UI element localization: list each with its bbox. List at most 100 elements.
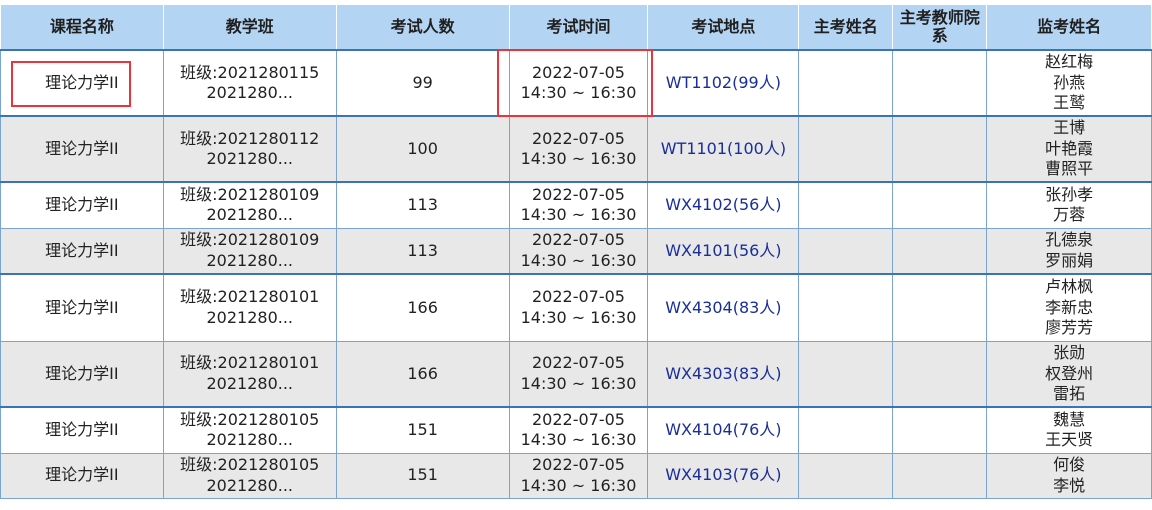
exam-count-cell: 166 xyxy=(335,341,510,408)
chief-dept-cell xyxy=(892,341,988,408)
invigilator-name: 李悦 xyxy=(1053,475,1086,495)
exam-location-link[interactable]: WX4103(76人) xyxy=(647,453,800,499)
chief-examiner-cell xyxy=(798,407,894,454)
invigilator-name: 王鹫 xyxy=(1053,93,1086,113)
course-name-cell: 理论力学II xyxy=(0,407,164,454)
teaching-class-cell: 班级:2021280101 2021280... xyxy=(162,274,337,342)
teaching-class-cell: 班级:2021280115 2021280... xyxy=(162,50,337,117)
course-name-cell: 理论力学II xyxy=(0,50,164,117)
exam-date: 2022-07-05 xyxy=(531,184,625,204)
header-teaching-class[interactable]: 教学班 xyxy=(162,4,337,51)
header-exam-count[interactable]: 考试人数 xyxy=(335,4,510,51)
teaching-class-cell: 班级:2021280105 2021280... xyxy=(162,453,337,499)
invigilator-name: 王天贤 xyxy=(1045,430,1094,450)
chief-examiner-cell xyxy=(798,50,894,117)
exam-time-range: 14:30 ~ 16:30 xyxy=(520,83,637,102)
table-row[interactable]: 理论力学II 班级:2021280112 2021280... 100 2022-07-… xyxy=(0,116,1152,183)
chief-examiner-cell xyxy=(798,182,894,229)
class-line-2: 2021280... xyxy=(206,475,294,495)
invigilators-cell: 卢林枫 李新忠 廖芳芳 xyxy=(986,274,1152,342)
teaching-class-cell: 班级:2021280109 2021280... xyxy=(162,228,337,275)
exam-date: 2022-07-05 xyxy=(531,287,625,307)
class-line-2: 2021280... xyxy=(206,307,294,327)
invigilator-name: 雷拓 xyxy=(1053,384,1086,403)
invigilator-name: 孙燕 xyxy=(1053,72,1086,92)
invigilators-cell: 王博 叶艳霞 曹照平 xyxy=(986,116,1152,183)
invigilator-name: 万蓉 xyxy=(1053,205,1086,225)
chief-examiner-cell xyxy=(798,228,894,275)
class-line-1: 班级:2021280105 xyxy=(180,409,320,429)
chief-dept-cell xyxy=(892,182,988,229)
exam-time-cell: 2022-07-05 14:30 ~ 16:30 xyxy=(508,407,649,454)
table-row[interactable]: 理论力学II 班级:2021280109 2021280... 113 2022-07-… xyxy=(0,228,1152,275)
chief-examiner-cell xyxy=(798,116,894,183)
class-line-2: 2021280... xyxy=(206,205,294,225)
invigilators-cell: 赵红梅 孙燕 王鹫 xyxy=(986,50,1152,117)
table-row[interactable]: 理论力学II 班级:2021280101 2021280... 166 2022-07-… xyxy=(0,341,1152,408)
teaching-class-cell: 班级:2021280109 2021280... xyxy=(162,182,337,229)
table-row[interactable]: 理论力学II 班级:2021280115 2021280... 99 2022-07-0… xyxy=(0,50,1152,117)
exam-date: 2022-07-05 xyxy=(531,409,625,429)
course-name-cell: 理论力学II xyxy=(0,116,164,183)
class-line-1: 班级:2021280105 xyxy=(180,455,320,474)
class-line-2: 2021280... xyxy=(206,149,294,168)
class-line-1: 班级:2021280112 xyxy=(180,128,320,148)
exam-count-cell: 151 xyxy=(335,407,510,454)
table-row[interactable]: 理论力学II 班级:2021280109 2021280... 113 2022-07-… xyxy=(0,182,1152,229)
course-name-cell: 理论力学II xyxy=(0,274,164,342)
exam-location-link[interactable]: WT1102(99人) xyxy=(647,50,800,117)
exam-count-cell: 151 xyxy=(335,453,510,499)
exam-location-link[interactable]: WX4101(56人) xyxy=(647,228,800,275)
header-invigilators[interactable]: 监考姓名 xyxy=(986,4,1152,51)
exam-location-link[interactable]: WX4303(83人) xyxy=(647,341,800,408)
invigilators-cell: 张勋 权登州 雷拓 xyxy=(986,341,1152,408)
exam-location-link[interactable]: WX4304(83人) xyxy=(647,274,800,342)
exam-count-cell: 113 xyxy=(335,228,510,275)
invigilator-name: 廖芳芳 xyxy=(1045,318,1094,337)
table-row[interactable]: 理论力学II 班级:2021280105 2021280... 151 2022-07-… xyxy=(0,407,1152,454)
exam-time-range: 14:30 ~ 16:30 xyxy=(520,373,637,393)
class-line-1: 班级:2021280109 xyxy=(180,184,320,204)
exam-time-range: 14:30 ~ 16:30 xyxy=(520,205,637,225)
invigilator-name: 权登州 xyxy=(1045,363,1094,383)
chief-dept-cell xyxy=(892,116,988,183)
chief-dept-cell xyxy=(892,453,988,499)
invigilator-name: 叶艳霞 xyxy=(1045,138,1094,158)
class-line-1: 班级:2021280115 xyxy=(180,62,320,82)
table-row[interactable]: 理论力学II 班级:2021280101 2021280... 166 2022-07-… xyxy=(0,274,1152,342)
exam-count-cell: 166 xyxy=(335,274,510,342)
exam-date: 2022-07-05 xyxy=(531,128,625,148)
exam-location-link[interactable]: WT1101(100人) xyxy=(647,116,800,183)
invigilator-name: 张孙孝 xyxy=(1045,184,1094,204)
exam-time-range: 14:30 ~ 16:30 xyxy=(520,149,637,168)
header-exam-location[interactable]: 考试地点 xyxy=(647,4,800,51)
class-line-1: 班级:2021280109 xyxy=(180,230,320,250)
teaching-class-cell: 班级:2021280112 2021280... xyxy=(162,116,337,183)
class-line-2: 2021280... xyxy=(206,373,294,393)
class-line-1: 班级:2021280101 xyxy=(180,353,320,373)
invigilators-cell: 何俊 李悦 xyxy=(986,453,1152,499)
exam-count-cell: 100 xyxy=(335,116,510,183)
exam-time-range: 14:30 ~ 16:30 xyxy=(520,430,637,450)
header-chief-dept[interactable]: 主考教师院系 xyxy=(892,4,988,51)
exam-location-link[interactable]: WX4104(76人) xyxy=(647,407,800,454)
invigilator-name: 张勋 xyxy=(1053,343,1086,362)
invigilators-cell: 孔德泉 罗丽娟 xyxy=(986,228,1152,275)
exam-location-link[interactable]: WX4102(56人) xyxy=(647,182,800,229)
exam-count-cell: 99 xyxy=(335,50,510,117)
exam-time-cell: 2022-07-05 14:30 ~ 16:30 xyxy=(508,50,649,117)
table-row[interactable]: 理论力学II 班级:2021280105 2021280... 151 2022-07-… xyxy=(0,453,1152,499)
header-exam-time[interactable]: 考试时间 xyxy=(508,4,649,51)
exam-time-range: 14:30 ~ 16:30 xyxy=(520,250,637,270)
invigilators-cell: 魏慧 王天贤 xyxy=(986,407,1152,454)
class-line-2: 2021280... xyxy=(206,250,294,270)
exam-time-cell: 2022-07-05 14:30 ~ 16:30 xyxy=(508,116,649,183)
chief-dept-cell xyxy=(892,50,988,117)
chief-dept-cell xyxy=(892,407,988,454)
header-course-name[interactable]: 课程名称 xyxy=(0,4,164,51)
chief-examiner-cell xyxy=(798,274,894,342)
exam-date: 2022-07-05 xyxy=(531,455,625,474)
course-name-cell: 理论力学II xyxy=(0,341,164,408)
header-chief-examiner[interactable]: 主考姓名 xyxy=(798,4,894,51)
teaching-class-cell: 班级:2021280101 2021280... xyxy=(162,341,337,408)
